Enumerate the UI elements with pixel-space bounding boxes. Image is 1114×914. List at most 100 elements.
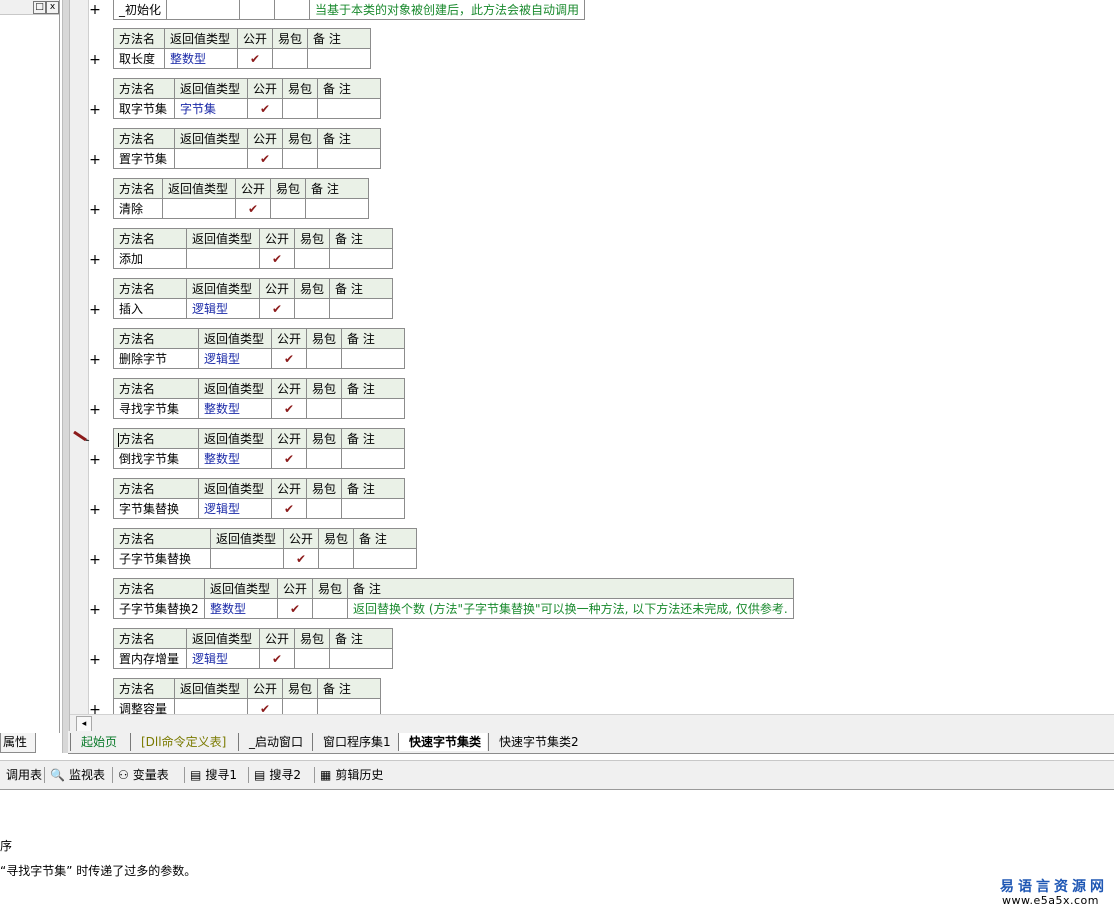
method-name[interactable]: 子字节集替换2	[113, 598, 205, 619]
method-easy-pack[interactable]	[312, 598, 349, 619]
method-return-type[interactable]: 逻辑型	[186, 298, 260, 319]
method-easy-pack[interactable]	[294, 298, 331, 319]
method-easy-pack[interactable]	[282, 698, 319, 714]
expand-icon[interactable]: +	[88, 403, 102, 417]
method-easy-pack[interactable]	[272, 48, 309, 69]
tool-6-button[interactable]: ▦ 剪辑历史	[320, 765, 383, 785]
expand-icon[interactable]: +	[88, 3, 102, 17]
method-return-type[interactable]	[186, 248, 260, 269]
method-note[interactable]	[307, 48, 372, 69]
method-note[interactable]	[317, 98, 382, 119]
method-name[interactable]: 调整容量	[113, 698, 175, 714]
tab-4[interactable]: 窗口程序集1	[312, 733, 397, 751]
expand-icon[interactable]: +	[88, 103, 102, 117]
expand-icon[interactable]: +	[88, 153, 102, 167]
public-check-icon[interactable]: ✔	[236, 48, 274, 69]
method-note[interactable]	[329, 298, 394, 319]
tool-2-button[interactable]: 🔍 监视表	[50, 765, 105, 785]
expand-icon[interactable]: +	[88, 303, 102, 317]
tab-1[interactable]: 起始页	[70, 733, 123, 751]
expand-icon[interactable]: +	[88, 253, 102, 267]
public-check-icon[interactable]: ✔	[258, 298, 296, 319]
method-name[interactable]: 删除字节	[113, 348, 199, 369]
public-check-icon[interactable]: ✔	[258, 648, 296, 669]
method-note[interactable]	[317, 148, 382, 169]
method-return-type[interactable]: 整数型	[164, 48, 238, 69]
horizontal-scrollbar[interactable]: ◂	[70, 714, 1114, 732]
method-return-type[interactable]	[174, 148, 248, 169]
method-return-type[interactable]	[162, 198, 236, 219]
close-icon[interactable]: x	[46, 1, 59, 14]
method-note[interactable]	[341, 498, 406, 519]
method-easy-pack[interactable]	[306, 448, 343, 469]
public-check-icon[interactable]: ✔	[246, 98, 284, 119]
method-note[interactable]	[317, 698, 382, 714]
method-note[interactable]	[305, 198, 370, 219]
method-easy-pack[interactable]	[270, 198, 307, 219]
method-easy-pack[interactable]	[282, 98, 319, 119]
method-name[interactable]: 倒找字节集	[113, 448, 199, 469]
tab-3[interactable]: _启动窗口	[238, 733, 309, 751]
method-easy-pack[interactable]	[318, 548, 355, 569]
method-easy-pack[interactable]	[282, 148, 319, 169]
expand-icon[interactable]: +	[88, 53, 102, 67]
method-note[interactable]	[341, 348, 406, 369]
method-easy-pack[interactable]	[294, 248, 331, 269]
tool-4-button[interactable]: ▤ 搜寻1	[190, 765, 237, 785]
method-easy-pack[interactable]	[306, 348, 343, 369]
method-note[interactable]	[353, 548, 418, 569]
expand-icon[interactable]: +	[88, 353, 102, 367]
method-name[interactable]: _初始化	[112, 0, 168, 20]
method-easy-pack[interactable]	[294, 648, 331, 669]
method-note[interactable]: 返回替换个数 (方法"子字节集替换"可以换一种方法, 以下方法还未完成, 仅供参…	[347, 598, 794, 619]
property-tab[interactable]: 属性	[0, 733, 36, 753]
method-easy-pack[interactable]	[306, 498, 343, 519]
method-name[interactable]: 字节集替换	[113, 498, 199, 519]
public-check-icon[interactable]: ✔	[282, 548, 320, 569]
public-check-icon[interactable]: ✔	[270, 448, 308, 469]
tab-2[interactable]: [Dll命令定义表]	[130, 733, 232, 751]
method-name[interactable]: 寻找字节集	[113, 398, 199, 419]
public-check-icon[interactable]: ✔	[270, 398, 308, 419]
splitter[interactable]	[62, 0, 70, 753]
method-name[interactable]: 取字节集	[113, 98, 175, 119]
expand-icon[interactable]: +	[88, 653, 102, 667]
code-editor[interactable]: + _初始化 当基于本类的对象被创建后，此方法会被自动调用 + + + + + + + + + +…	[70, 0, 1114, 714]
tab-6[interactable]: 快速字节集类2	[488, 733, 585, 751]
public-check-icon[interactable]: ✔	[270, 348, 308, 369]
public-check-icon[interactable]: ✔	[276, 598, 314, 619]
method-return-type[interactable]: 整数型	[204, 598, 278, 619]
method-name[interactable]: 子字节集替换	[113, 548, 211, 569]
expand-icon[interactable]: +	[88, 503, 102, 517]
method-return-type[interactable]: 逻辑型	[198, 348, 272, 369]
method-note[interactable]: 当基于本类的对象被创建后，此方法会被自动调用	[309, 0, 586, 20]
method-return-type[interactable]: 字节集	[174, 98, 248, 119]
method-return-type[interactable]: 逻辑型	[186, 648, 260, 669]
scroll-left-icon[interactable]: ◂	[76, 716, 92, 732]
restore-icon[interactable]: □	[33, 1, 46, 14]
tab-5[interactable]: 快速字节集类	[398, 733, 488, 751]
method-return-type[interactable]: 整数型	[198, 448, 272, 469]
method-name[interactable]: 清除	[113, 198, 163, 219]
method-note[interactable]	[329, 248, 394, 269]
tool-1-button[interactable]: 调用表	[2, 765, 42, 785]
tool-5-button[interactable]: ▤ 搜寻2	[254, 765, 301, 785]
method-name[interactable]: 置字节集	[113, 148, 175, 169]
expand-icon[interactable]: +	[88, 203, 102, 217]
method-note[interactable]	[329, 648, 394, 669]
expand-icon[interactable]: +	[88, 703, 102, 714]
expand-icon[interactable]: +	[88, 453, 102, 467]
public-check-icon[interactable]: ✔	[246, 148, 284, 169]
method-name[interactable]: 取长度	[113, 48, 165, 69]
expand-icon[interactable]: +	[88, 553, 102, 567]
method-return-type[interactable]	[174, 698, 248, 714]
tool-3-button[interactable]: ⚇ 变量表	[118, 765, 169, 785]
method-easy-pack[interactable]	[306, 398, 343, 419]
method-return-type[interactable]: 逻辑型	[198, 498, 272, 519]
public-check-icon[interactable]: ✔	[246, 698, 284, 714]
public-check-icon[interactable]: ✔	[234, 198, 272, 219]
public-check-icon[interactable]: ✔	[258, 248, 296, 269]
method-name[interactable]: 置内存增量	[113, 648, 187, 669]
method-name[interactable]: 添加	[113, 248, 187, 269]
method-name[interactable]: 插入	[113, 298, 187, 319]
